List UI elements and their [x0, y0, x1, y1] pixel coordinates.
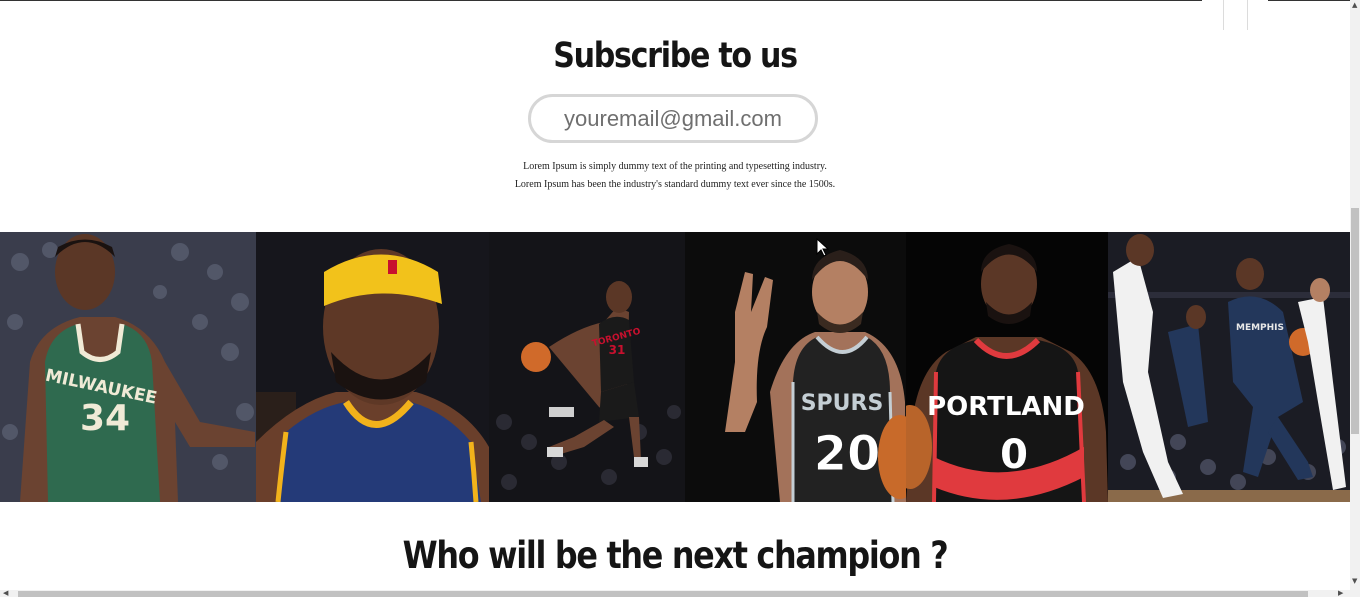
player-photo-spurs: SPURS 20 — [685, 232, 906, 502]
page: Subscribe to us Lorem Ipsum is simply du… — [0, 0, 1360, 597]
horizontal-scrollbar-thumb[interactable] — [18, 591, 1308, 597]
subscribe-title: Subscribe to us — [553, 36, 798, 76]
scroll-right-arrow-icon[interactable]: ▶ — [1338, 590, 1343, 597]
divider — [1247, 0, 1248, 30]
player-photo-gallery: MILWAUKEE 34 TORONTO 31 SPURS 20 PORTLAN… — [0, 232, 1350, 502]
player-photo-headband — [256, 232, 489, 502]
vertical-scrollbar-thumb[interactable] — [1351, 208, 1359, 434]
player-photo-toronto: TORONTO 31 — [489, 232, 685, 502]
jersey-number-text: 0 — [1000, 432, 1028, 478]
jersey-number-text: 31 — [609, 343, 626, 357]
jersey-team-text: MEMPHIS — [1236, 323, 1284, 333]
top-border — [1268, 0, 1350, 1]
jersey-team-text: SPURS — [801, 391, 884, 416]
player-photo-portland: PORTLAND 0 — [906, 232, 1108, 502]
player-photo-milwaukee: MILWAUKEE 34 — [0, 232, 256, 502]
email-field[interactable] — [528, 94, 818, 143]
player-photo-memphis: MEMPHIS — [1108, 232, 1350, 502]
jersey-number-text: 20 — [814, 426, 881, 482]
scroll-up-arrow-icon[interactable]: ▲ — [1352, 2, 1357, 9]
section-title: Who will be the next champion ? — [402, 534, 949, 577]
scroll-down-arrow-icon[interactable]: ▼ — [1352, 578, 1357, 585]
top-border — [0, 0, 1202, 1]
description-text: Lorem Ipsum has been the industry's stan… — [514, 179, 836, 190]
divider — [1223, 0, 1224, 30]
jersey-team-text: PORTLAND — [927, 392, 1085, 422]
scroll-left-arrow-icon[interactable]: ◀ — [3, 590, 8, 597]
mouse-cursor-icon — [816, 238, 830, 257]
jersey-number-text: 34 — [80, 398, 130, 439]
description-text: Lorem Ipsum is simply dummy text of the … — [523, 161, 827, 172]
